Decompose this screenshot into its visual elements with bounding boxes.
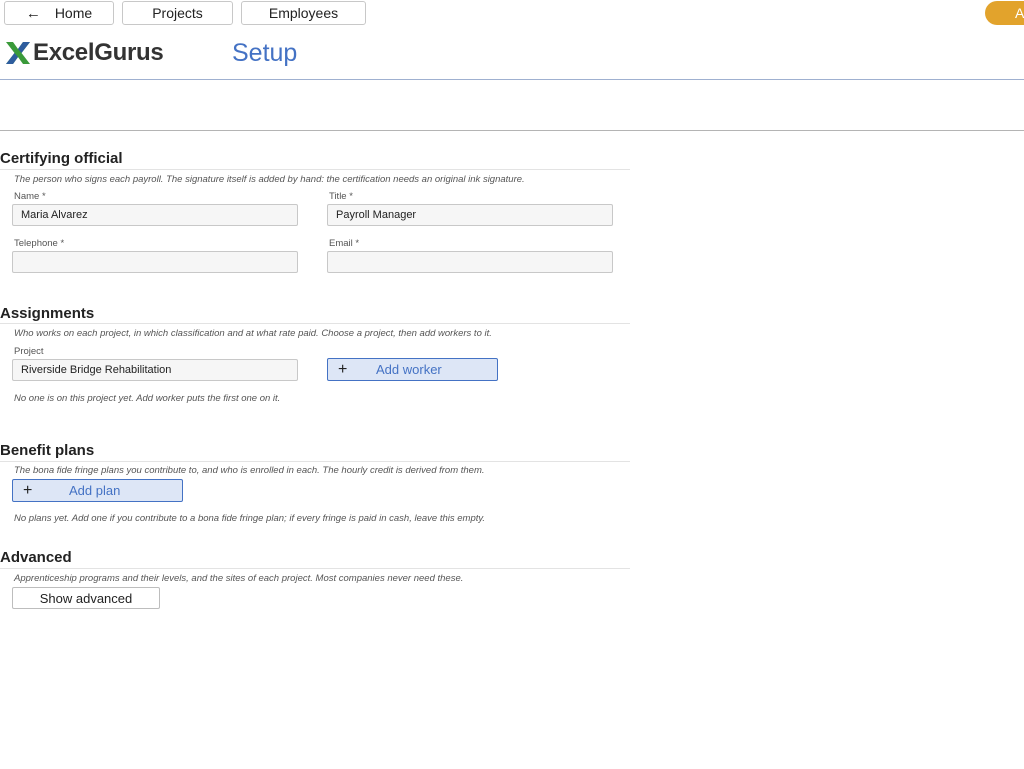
assignments-empty-text: No one is on this project yet. Add worke… xyxy=(14,393,281,404)
email-field[interactable] xyxy=(327,251,613,273)
section-title-certifying: Certifying official xyxy=(0,150,123,167)
projects-label: Projects xyxy=(152,5,203,21)
section-title-assignments: Assignments xyxy=(0,305,95,322)
brand-logo: ExcelGurus xyxy=(4,38,164,68)
plus-icon: + xyxy=(23,481,33,499)
project-label: Project xyxy=(14,346,44,357)
section-title-advanced: Advanced xyxy=(0,549,72,566)
add-worker-button[interactable]: + Add worker xyxy=(327,358,498,381)
telephone-field[interactable] xyxy=(12,251,298,273)
name-field[interactable]: Maria Alvarez xyxy=(12,204,298,226)
add-plan-label: Add plan xyxy=(69,483,121,498)
home-button[interactable]: ← Home xyxy=(4,1,114,25)
email-label: Email * xyxy=(329,238,360,249)
benefits-empty-text: No plans yet. Add one if you contribute … xyxy=(14,513,486,524)
section-hint-advanced: Apprenticeship programs and their levels… xyxy=(14,573,464,584)
section-divider xyxy=(0,461,630,462)
show-advanced-button[interactable]: Show advanced xyxy=(12,587,160,609)
show-advanced-label: Show advanced xyxy=(39,590,133,606)
account-pill-button[interactable]: A xyxy=(985,1,1024,25)
employees-button[interactable]: Employees xyxy=(241,1,366,25)
excelgurus-x-icon xyxy=(6,42,30,64)
page-title: Setup xyxy=(232,39,298,67)
add-worker-label: Add worker xyxy=(376,362,442,377)
section-hint-benefits: The bona fide fringe plans you contribut… xyxy=(14,465,485,476)
header-divider xyxy=(0,79,1024,80)
name-label: Name * xyxy=(14,191,46,202)
plus-icon: + xyxy=(338,360,348,378)
add-plan-button[interactable]: + Add plan xyxy=(12,479,183,502)
toolbar-divider xyxy=(0,130,1024,131)
employees-label: Employees xyxy=(268,5,339,21)
section-title-benefits: Benefit plans xyxy=(0,442,95,459)
home-label: Home xyxy=(54,5,93,21)
section-hint-assignments: Who works on each project, in which clas… xyxy=(14,328,492,339)
project-select[interactable]: Riverside Bridge Rehabilitation xyxy=(12,359,298,381)
telephone-label: Telephone * xyxy=(14,238,65,249)
section-divider xyxy=(0,323,630,324)
section-hint-certifying: The person who signs each payroll. The s… xyxy=(14,174,525,185)
title-label: Title * xyxy=(329,191,353,202)
title-field[interactable]: Payroll Manager xyxy=(327,204,613,226)
account-pill-label: A xyxy=(1015,5,1024,21)
logo-text: ExcelGurus xyxy=(33,39,164,66)
section-divider xyxy=(0,568,630,569)
section-divider xyxy=(0,169,630,170)
arrow-left-icon: ← xyxy=(25,4,41,22)
projects-button[interactable]: Projects xyxy=(122,1,233,25)
